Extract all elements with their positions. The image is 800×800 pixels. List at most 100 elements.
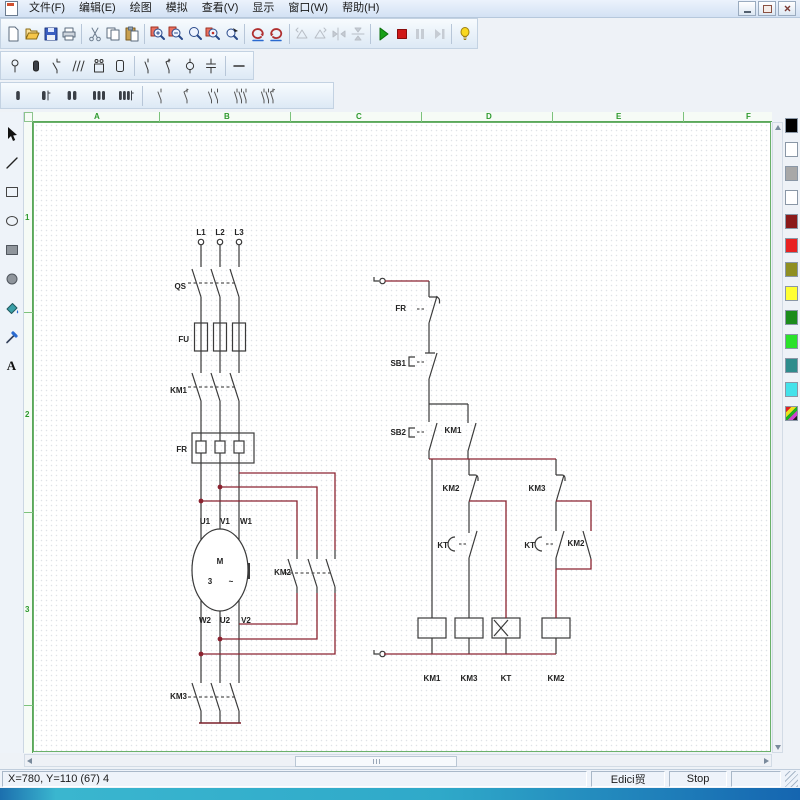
menu-draw[interactable]: 绘图	[123, 0, 159, 17]
rectangle-tool[interactable]	[1, 180, 23, 203]
fill-tool[interactable]	[1, 296, 23, 319]
color-swatch-red[interactable]	[785, 238, 798, 253]
color-swatch-multicolor[interactable]	[785, 406, 798, 421]
coil-button[interactable]	[4, 83, 31, 109]
flip-horizontal-button[interactable]	[330, 21, 349, 47]
label-w2: W2	[199, 616, 212, 625]
zoom-selection-button[interactable]	[204, 21, 223, 47]
document-system-icon[interactable]	[5, 1, 18, 16]
contact-double-button[interactable]	[200, 83, 227, 109]
scroll-right-icon[interactable]	[764, 758, 769, 764]
dash-line-button[interactable]	[229, 53, 250, 79]
select-tool[interactable]	[1, 122, 23, 145]
zoom-in-button[interactable]	[148, 21, 167, 47]
knife-switch-component-button[interactable]	[46, 53, 67, 79]
kt-coil	[491, 617, 521, 639]
new-button[interactable]	[4, 21, 23, 47]
contact-triple-variant-button[interactable]	[254, 83, 281, 109]
menu-simulate[interactable]: 模拟	[159, 0, 195, 17]
circle-component-icon	[186, 58, 195, 73]
component-box-button[interactable]	[109, 53, 130, 79]
menu-view[interactable]: 查看(V)	[195, 0, 246, 17]
text-tool[interactable]: A	[1, 354, 23, 377]
triple-switch-component-button[interactable]	[67, 53, 88, 79]
coil-pair-button[interactable]	[58, 83, 85, 109]
help-button[interactable]	[455, 21, 474, 47]
horizontal-scrollbar[interactable]	[24, 754, 772, 767]
redo-button[interactable]	[267, 21, 286, 47]
power-circuit	[188, 238, 336, 723]
vertical-scrollbar[interactable]	[772, 122, 783, 753]
zoom-region-button[interactable]	[185, 21, 204, 47]
cut-button[interactable]	[85, 21, 104, 47]
rotate-right-icon	[314, 27, 327, 38]
scroll-left-icon[interactable]	[27, 758, 32, 764]
probe-component-button[interactable]	[4, 53, 25, 79]
save-button[interactable]	[41, 21, 60, 47]
schematic-canvas[interactable]: L1 L2 L3 QS FU KM1 FR U1 V1 W1 M 3 ~ W2 …	[33, 122, 771, 752]
control-dashes	[417, 308, 553, 545]
undo-button[interactable]	[248, 21, 267, 47]
coil-drops	[431, 638, 557, 654]
scroll-down-icon[interactable]	[775, 745, 781, 750]
contact-single-button[interactable]	[146, 83, 173, 109]
battery-component-button[interactable]	[25, 53, 46, 79]
menu-edit[interactable]: 编辑(E)	[72, 0, 123, 17]
menu-display[interactable]: 显示	[245, 0, 281, 17]
contact-double-icon	[207, 88, 218, 103]
resize-grip[interactable]	[785, 771, 799, 787]
minimize-button[interactable]	[738, 1, 756, 16]
flip-vertical-button[interactable]	[348, 21, 367, 47]
color-swatch-white[interactable]	[785, 142, 798, 157]
color-swatch-black[interactable]	[785, 118, 798, 133]
status-mode: Edici贸	[591, 771, 666, 787]
stop-button[interactable]	[393, 21, 412, 47]
pause-button[interactable]	[411, 21, 430, 47]
run-button[interactable]	[374, 21, 393, 47]
ellipse-tool[interactable]	[1, 209, 23, 232]
open-button[interactable]	[23, 21, 42, 47]
color-picker-tool[interactable]	[1, 325, 23, 348]
coil-quad-button[interactable]	[112, 83, 139, 109]
paint-bucket-icon	[6, 302, 18, 314]
color-swatch-cyan[interactable]	[785, 382, 798, 397]
restore-button[interactable]	[758, 1, 776, 16]
rotate-left-button[interactable]	[293, 21, 312, 47]
contact-triple-button[interactable]	[227, 83, 254, 109]
color-swatch-olive[interactable]	[785, 262, 798, 277]
relay-component-button[interactable]	[88, 53, 109, 79]
color-swatch-dark-red[interactable]	[785, 214, 798, 229]
line-tool[interactable]	[1, 151, 23, 174]
pause-icon	[416, 28, 425, 39]
menu-file[interactable]: 文件(F)	[22, 0, 72, 17]
color-swatch-green[interactable]	[785, 334, 798, 349]
capacitor-component-button[interactable]	[201, 53, 222, 79]
zoom-pointer-button[interactable]	[223, 21, 242, 47]
copy-button[interactable]	[104, 21, 123, 47]
zoom-out-button[interactable]	[167, 21, 186, 47]
color-swatch-white-2[interactable]	[785, 190, 798, 205]
menu-help[interactable]: 帮助(H)	[335, 0, 386, 17]
print-button[interactable]	[60, 21, 79, 47]
filled-rectangle-tool[interactable]	[1, 238, 23, 261]
circle-component-button[interactable]	[180, 53, 201, 79]
menu-window[interactable]: 窗口(W)	[281, 0, 335, 17]
scrollbar-thumb[interactable]	[295, 756, 457, 767]
paste-button[interactable]	[123, 21, 142, 47]
scroll-up-icon[interactable]	[775, 125, 781, 130]
label-u1: U1	[200, 517, 211, 526]
color-swatch-teal[interactable]	[785, 358, 798, 373]
rotate-right-button[interactable]	[311, 21, 330, 47]
coil-with-pin-button[interactable]	[31, 83, 58, 109]
contact-variant-component-button[interactable]	[159, 53, 180, 79]
close-button[interactable]	[778, 1, 796, 16]
color-swatch-gray[interactable]	[785, 166, 798, 181]
step-button[interactable]	[430, 21, 449, 47]
contact-component-button[interactable]	[138, 53, 159, 79]
color-swatch-yellow[interactable]	[785, 286, 798, 301]
coil-triple-button[interactable]	[85, 83, 112, 109]
color-swatch-dark-green[interactable]	[785, 310, 798, 325]
filled-circle-tool[interactable]	[1, 267, 23, 290]
ruler-label: E	[616, 112, 622, 121]
contact-single-variant-button[interactable]	[173, 83, 200, 109]
